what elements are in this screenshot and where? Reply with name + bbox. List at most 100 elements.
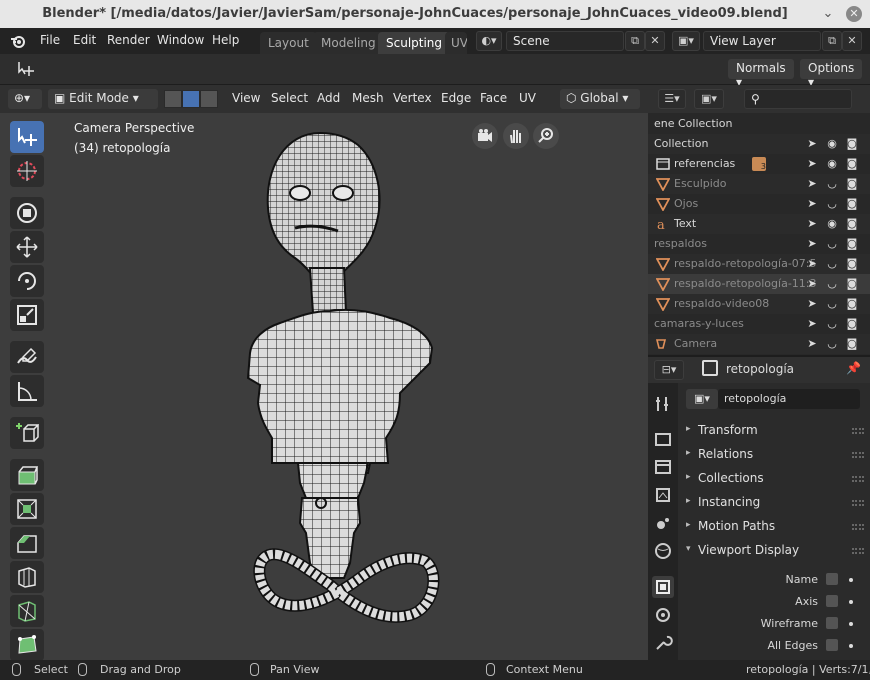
normals-dropdown[interactable]: Normals ▾	[728, 59, 794, 89]
keyframe-dot-icon[interactable]	[849, 644, 853, 648]
camera-view-icon[interactable]	[472, 123, 498, 149]
output-tab-icon[interactable]	[652, 456, 674, 478]
tab-sculpting[interactable]: Sculpting	[378, 32, 451, 54]
render-camera-icon[interactable]: ◙	[844, 336, 860, 352]
inset-icon[interactable]	[10, 493, 44, 525]
outliner-row[interactable]: ene Collection	[648, 114, 870, 134]
add-cube-icon[interactable]	[10, 417, 44, 449]
keyframe-dot-icon[interactable]	[849, 578, 853, 582]
outliner-row[interactable]: respaldo-retopología-11:3 ➤ ◡ ◙	[648, 274, 870, 294]
drag-grip-icon[interactable]	[852, 428, 864, 434]
blender-logo-icon[interactable]	[10, 33, 26, 49]
drag-grip-icon[interactable]	[852, 548, 864, 554]
drag-grip-icon[interactable]	[852, 524, 864, 530]
eye-icon[interactable]: ◉	[824, 136, 840, 152]
select-arrow-icon[interactable]: ➤	[804, 256, 820, 272]
outliner-search-input[interactable]: ⚲	[744, 89, 852, 109]
render-camera-icon[interactable]: ◙	[844, 216, 860, 232]
cursor-icon[interactable]	[10, 155, 44, 187]
tab-uv[interactable]: UV	[445, 32, 467, 54]
tab-modeling[interactable]: Modeling	[313, 32, 384, 54]
menu-help[interactable]: Help	[212, 33, 239, 47]
select-arrow-icon[interactable]: ➤	[804, 156, 820, 172]
eye-icon[interactable]: ◡	[824, 176, 840, 192]
outliner-row[interactable]: Collection ➤ ◉ ◙	[648, 134, 870, 154]
select-arrow-icon[interactable]: ➤	[804, 176, 820, 192]
outliner-row[interactable]: Camera ➤ ◡ ◙	[648, 334, 870, 354]
rotate-icon[interactable]	[10, 265, 44, 297]
render-camera-icon[interactable]: ◙	[844, 176, 860, 192]
outliner-row[interactable]: Ojos ➤ ◡ ◙	[648, 194, 870, 214]
select-arrow-icon[interactable]: ➤	[804, 336, 820, 352]
menu-file[interactable]: File	[40, 33, 60, 47]
loop-cut-icon[interactable]	[10, 561, 44, 593]
render-camera-icon[interactable]: ◙	[844, 156, 860, 172]
minimize-button[interactable]: ⌄	[820, 6, 836, 22]
3d-viewport[interactable]: Camera Perspective (34) retopología	[0, 113, 648, 660]
orientation-dropdown[interactable]: ⬡ Global ▾	[560, 89, 640, 109]
vertex-select-mode-icon[interactable]	[164, 90, 182, 108]
select-arrow-icon[interactable]: ➤	[804, 316, 820, 332]
drag-grip-icon[interactable]	[852, 452, 864, 458]
options-dropdown[interactable]: Options ▾	[800, 59, 862, 89]
eye-icon[interactable]: ◉	[824, 156, 840, 172]
outliner-editor-type-icon[interactable]: ☰▾	[658, 89, 686, 109]
menu-edge[interactable]: Edge	[441, 91, 471, 105]
data-type-dropdown[interactable]: ▣▾	[686, 389, 718, 409]
scene-field[interactable]: Scene	[506, 31, 624, 51]
render-camera-icon[interactable]: ◙	[844, 276, 860, 292]
outliner-row[interactable]: camaras-y-luces ➤ ◡ ◙	[648, 314, 870, 334]
transform-tool-icon[interactable]	[16, 60, 36, 78]
scale-icon[interactable]	[10, 299, 44, 331]
menu-uv[interactable]: UV	[519, 91, 536, 105]
properties-editor-type-icon[interactable]: ⊟▾	[654, 360, 684, 380]
editor-type-dropdown[interactable]: ⊕▾	[8, 89, 42, 109]
select-arrow-icon[interactable]: ➤	[804, 236, 820, 252]
eye-icon[interactable]: ◉	[824, 216, 840, 232]
drag-grip-icon[interactable]	[852, 476, 864, 482]
eye-icon[interactable]: ◡	[824, 236, 840, 252]
menu-view[interactable]: View	[232, 91, 260, 105]
select-box-icon[interactable]	[10, 121, 44, 153]
panel-collections[interactable]: ▸ Collections	[678, 468, 870, 490]
select-arrow-icon[interactable]: ➤	[804, 196, 820, 212]
panel-transform[interactable]: ▸ Transform	[678, 420, 870, 442]
render-camera-icon[interactable]: ◙	[844, 256, 860, 272]
display-name-checkbox[interactable]	[826, 573, 838, 585]
menu-select[interactable]: Select	[271, 91, 308, 105]
eye-icon[interactable]: ◡	[824, 336, 840, 352]
menu-edit[interactable]: Edit	[73, 33, 96, 47]
outliner-row[interactable]: respaldo-video08 ➤ ◡ ◙	[648, 294, 870, 314]
render-camera-icon[interactable]: ◙	[844, 316, 860, 332]
face-select-mode-icon[interactable]	[200, 90, 218, 108]
object-tab-icon[interactable]	[652, 576, 674, 598]
outliner-row[interactable]: Esculpido ➤ ◡ ◙	[648, 174, 870, 194]
eye-icon[interactable]: ◡	[824, 256, 840, 272]
delete-scene-icon[interactable]: ✕	[645, 31, 665, 51]
pin-icon[interactable]: 📌	[846, 361, 861, 375]
close-button[interactable]: ✕	[846, 6, 862, 22]
tab-layout[interactable]: Layout	[260, 32, 317, 54]
display-mode-icon[interactable]: ▣▾	[694, 89, 724, 109]
tool-tab-icon[interactable]	[652, 393, 674, 415]
render-camera-icon[interactable]: ◙	[844, 136, 860, 152]
object-name-field[interactable]: retopología	[718, 389, 860, 409]
view-layer-field[interactable]: View Layer	[703, 31, 821, 51]
world-tab-icon[interactable]	[652, 540, 674, 562]
new-view-layer-icon[interactable]: ⧉	[822, 31, 842, 51]
modifier-tab-icon[interactable]	[652, 604, 674, 626]
retopology-mesh[interactable]	[240, 123, 460, 643]
render-camera-icon[interactable]: ◙	[844, 236, 860, 252]
measure-icon[interactable]	[10, 375, 44, 407]
eye-icon[interactable]: ◡	[824, 276, 840, 292]
extrude-icon[interactable]	[10, 459, 44, 491]
knife-icon[interactable]	[10, 595, 44, 627]
panel-instancing[interactable]: ▸ Instancing	[678, 492, 870, 514]
delete-view-layer-icon[interactable]: ✕	[842, 31, 862, 51]
menu-window[interactable]: Window	[157, 33, 204, 47]
panel-relations[interactable]: ▸ Relations	[678, 444, 870, 466]
annotate-icon[interactable]	[10, 341, 44, 373]
scene-tab-icon[interactable]	[652, 512, 674, 534]
keyframe-dot-icon[interactable]	[849, 622, 853, 626]
render-tab-icon[interactable]	[652, 428, 674, 450]
